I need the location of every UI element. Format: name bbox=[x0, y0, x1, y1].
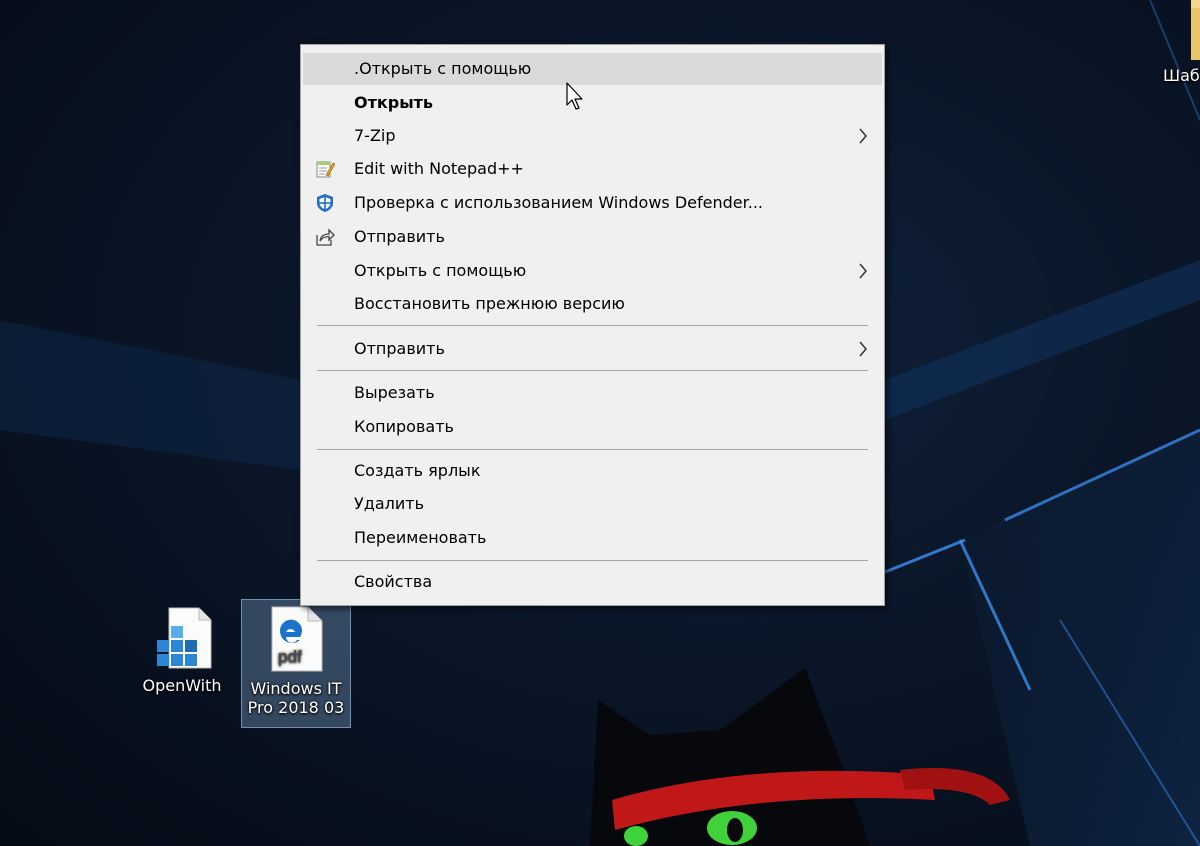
menu-item-open[interactable]: Открыть bbox=[303, 87, 882, 119]
desktop-icon-openwith[interactable]: OpenWith bbox=[127, 604, 237, 695]
menu-item-label: Проверка с использованием Windows Defend… bbox=[354, 193, 763, 212]
menu-item-edit-notepadpp[interactable]: Edit with Notepad++ bbox=[303, 153, 882, 185]
menu-item-label: Edit with Notepad++ bbox=[354, 159, 524, 178]
menu-item-label: Открыть с помощью bbox=[354, 261, 527, 280]
menu-item-properties[interactable]: Свойства bbox=[303, 566, 882, 598]
registry-file-icon bbox=[157, 607, 212, 669]
menu-item-label: Копировать bbox=[354, 417, 454, 436]
menu-item-open-with[interactable]: Открыть с помощью bbox=[303, 255, 882, 287]
menu-item-delete[interactable]: Удалить bbox=[303, 488, 882, 520]
menu-separator bbox=[317, 449, 868, 450]
menu-item-restore-previous-version[interactable]: Восстановить прежнюю версию bbox=[303, 288, 882, 320]
menu-item-open-with-dot[interactable]: .Открыть с помощью bbox=[303, 53, 882, 85]
menu-item-rename[interactable]: Переименовать bbox=[303, 522, 882, 554]
menu-item-label: Отправить bbox=[354, 339, 445, 358]
chevron-right-icon bbox=[859, 263, 867, 279]
share-icon bbox=[316, 228, 335, 246]
edge-pdf-file-icon: pdf bbox=[271, 606, 323, 672]
menu-item-label: Открыть bbox=[354, 93, 434, 112]
menu-separator bbox=[317, 370, 868, 371]
windows-defender-shield-icon bbox=[317, 194, 333, 212]
chevron-right-icon bbox=[859, 341, 867, 357]
menu-item-label: Восстановить прежнюю версию bbox=[354, 294, 625, 313]
menu-item-copy[interactable]: Копировать bbox=[303, 411, 882, 443]
desktop-icon-label: Шаб bbox=[1163, 66, 1200, 85]
desktop[interactable]: OpenWith pdf Windows IT Pro 2018 03 Шаб … bbox=[0, 0, 1200, 846]
menu-item-label: Переименовать bbox=[354, 528, 487, 547]
menu-item-label: Вырезать bbox=[354, 383, 435, 402]
menu-item-windows-defender-scan[interactable]: Проверка с использованием Windows Defend… bbox=[303, 187, 882, 219]
desktop-icon-label-line2: Pro 2018 03 bbox=[247, 698, 345, 717]
menu-item-label: 7-Zip bbox=[354, 126, 396, 145]
menu-item-cut[interactable]: Вырезать bbox=[303, 377, 882, 409]
menu-item-label: .Открыть с помощью bbox=[354, 59, 532, 78]
desktop-icon-windows-it-pro[interactable]: pdf Windows IT Pro 2018 03 bbox=[241, 599, 351, 728]
context-menu: .Открыть с помощью Открыть 7-Zip Edit wi… bbox=[300, 44, 885, 606]
svg-text:pdf: pdf bbox=[278, 647, 302, 666]
menu-separator bbox=[317, 560, 868, 561]
menu-item-label: Создать ярлык bbox=[354, 461, 481, 480]
desktop-icon-folder[interactable]: Шаб bbox=[1163, 0, 1200, 85]
folder-icon bbox=[1191, 0, 1200, 60]
menu-item-send-to[interactable]: Отправить bbox=[303, 333, 882, 365]
notepad-plus-plus-icon bbox=[316, 161, 335, 178]
menu-item-label: Удалить bbox=[354, 494, 424, 513]
menu-item-label: Отправить bbox=[354, 227, 445, 246]
menu-item-label: Свойства bbox=[354, 572, 433, 591]
menu-item-7zip[interactable]: 7-Zip bbox=[303, 120, 882, 152]
menu-item-create-shortcut[interactable]: Создать ярлык bbox=[303, 455, 882, 487]
desktop-icon-label: OpenWith bbox=[142, 676, 222, 695]
desktop-icon-label-line1: Windows IT bbox=[250, 679, 342, 698]
mouse-pointer-icon bbox=[566, 82, 583, 110]
menu-item-share[interactable]: Отправить bbox=[303, 221, 882, 253]
menu-separator bbox=[317, 325, 868, 326]
chevron-right-icon bbox=[859, 128, 867, 144]
